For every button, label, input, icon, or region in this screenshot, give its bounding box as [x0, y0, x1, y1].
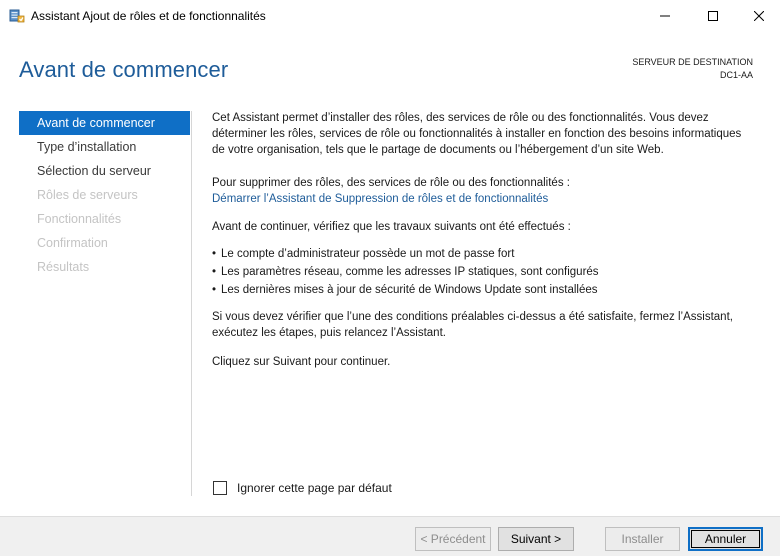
title-bar[interactable]: Assistant Ajout de rôles et de fonctionn…: [0, 0, 780, 32]
prerequisites-text: Avant de continuer, vérifiez que les tra…: [212, 221, 571, 233]
skip-page-checkbox[interactable]: [213, 481, 227, 495]
list-item: Le compte d’administrateur possède un mo…: [212, 245, 599, 263]
skip-page-label[interactable]: Ignorer cette page par défaut: [237, 481, 392, 495]
minimize-icon: [660, 15, 670, 17]
list-item: Les paramètres réseau, comme les adresse…: [212, 263, 599, 281]
next-instruction-text: Cliquez sur Suivant pour continuer.: [212, 356, 391, 368]
destination-server-name: DC1-AA: [719, 70, 753, 80]
close-icon: [754, 11, 764, 21]
nav-item-type-installation[interactable]: Type d’installation: [19, 135, 190, 159]
verify-text: Si vous devez vérifier que l’une des con…: [212, 311, 733, 339]
destination-server-label: SERVEUR DE DESTINATION: [632, 57, 753, 67]
install-button[interactable]: Installer: [605, 527, 680, 551]
server-manager-icon: [9, 8, 25, 24]
intro-text: Cet Assistant permet d’installer des rôl…: [212, 112, 742, 156]
nav-item-selection-serveur[interactable]: Sélection du serveur: [19, 159, 190, 183]
maximize-button[interactable]: [690, 0, 736, 32]
window-title: Assistant Ajout de rôles et de fonctionn…: [31, 9, 266, 23]
wizard-steps-nav: Avant de commencer Type d’installation S…: [19, 111, 190, 279]
nav-item-resultats: Résultats: [37, 260, 90, 274]
nav-item-fonctionnalites: Fonctionnalités: [37, 212, 122, 226]
list-item: Les dernières mises à jour de sécurité d…: [212, 281, 599, 299]
nav-item-confirmation: Confirmation: [37, 236, 108, 250]
page-title: Avant de commencer: [19, 57, 229, 82]
next-button[interactable]: Suivant >: [498, 527, 574, 551]
previous-button[interactable]: < Précédent: [415, 527, 491, 551]
remove-roles-wizard-link[interactable]: Démarrer l’Assistant de Suppression de r…: [212, 191, 548, 207]
cancel-button[interactable]: Annuler: [688, 527, 763, 551]
remove-roles-text: Pour supprimer des rôles, des services d…: [212, 177, 570, 189]
minimize-button[interactable]: [642, 0, 688, 32]
nav-item-roles-serveurs: Rôles de serveurs: [37, 188, 138, 202]
skip-page-row[interactable]: Ignorer cette page par défaut: [213, 481, 392, 495]
nav-item-avant-de-commencer[interactable]: Avant de commencer: [19, 111, 190, 135]
nav-divider: [191, 111, 192, 496]
prerequisites-list: Le compte d’administrateur possède un mo…: [212, 245, 599, 299]
maximize-icon: [708, 11, 718, 21]
close-button[interactable]: [736, 0, 780, 32]
